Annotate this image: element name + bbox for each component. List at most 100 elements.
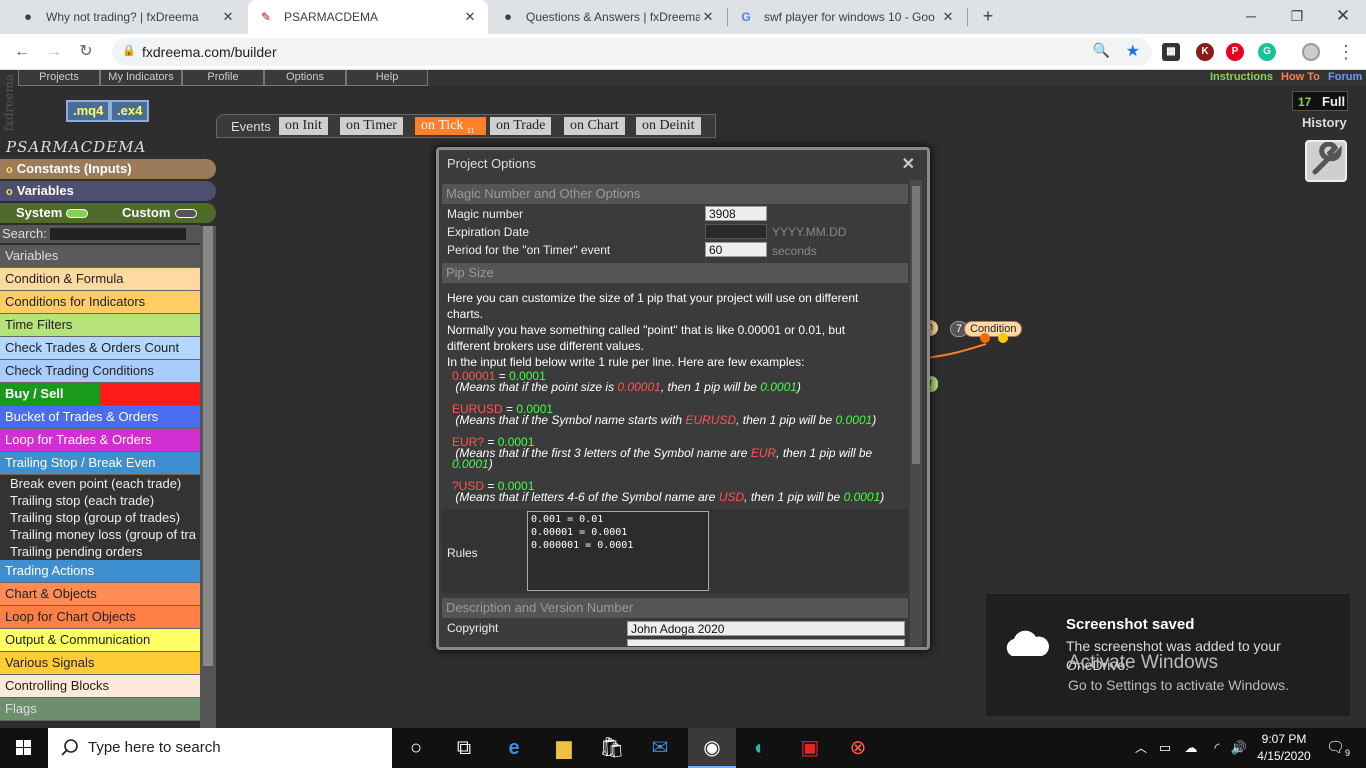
chrome-taskbar-icon[interactable]: ◉ <box>688 728 736 768</box>
extension-k-icon[interactable]: K <box>1196 43 1214 61</box>
event-on-chart[interactable]: on Chart <box>564 117 625 135</box>
category-trailing-stop-break-even[interactable]: Trailing Stop / Break Even <box>0 452 200 475</box>
wrench-tools-icon[interactable] <box>1305 140 1347 182</box>
block-trailing-stop-each[interactable]: Trailing stop (each trade) <box>0 492 200 509</box>
howto-link[interactable]: How To <box>1281 71 1320 83</box>
node-output-dot[interactable] <box>980 333 990 343</box>
rules-textarea[interactable]: 0.001 = 0.01 0.00001 = 0.0001 0.000001 =… <box>527 511 709 591</box>
category-trading-actions[interactable]: Trading Actions <box>0 560 200 583</box>
expiration-date-input[interactable] <box>705 224 767 239</box>
block-trailing-pending-orders[interactable]: Trailing pending orders <box>0 543 200 560</box>
block-break-even-point[interactable]: Break even point (each trade) <box>0 475 200 492</box>
history-button[interactable]: History <box>1302 115 1347 130</box>
event-on-init[interactable]: on Init <box>279 117 328 135</box>
edge-chromium-icon[interactable]: ◐ <box>736 728 784 768</box>
tab-why-not-trading[interactable]: ⏺ Why not trading? | fxDreema ✕ <box>10 0 246 34</box>
profile-avatar[interactable] <box>1302 43 1320 61</box>
mq4-button[interactable]: .mq4 <box>66 100 111 122</box>
category-variables[interactable]: Variables <box>0 245 200 268</box>
close-modal-icon[interactable]: ✕ <box>902 154 915 174</box>
onedrive-tray-icon[interactable]: ☁ <box>1178 728 1204 768</box>
extension-puzzle-icon[interactable]: ▦ <box>1162 43 1180 61</box>
volume-icon[interactable]: 🔊 <box>1226 728 1252 768</box>
block-trailing-stop-group[interactable]: Trailing stop (group of trades) <box>0 509 200 526</box>
category-conditions-indicators[interactable]: Conditions for Indicators <box>0 291 200 314</box>
system-toggle[interactable] <box>66 209 88 218</box>
timer-period-input[interactable]: 60 <box>705 242 767 257</box>
variables-button[interactable]: o Variables <box>0 181 216 201</box>
minimize-icon[interactable]: ─ <box>1228 0 1274 32</box>
custom-toggle[interactable] <box>175 209 197 218</box>
grammarly-extension-icon[interactable]: G <box>1258 43 1276 61</box>
magic-number-input[interactable]: 3908 <box>705 206 767 221</box>
tab-psarmacdema[interactable]: ✎ PSARMACDEMA ✕ <box>248 0 488 34</box>
instructions-link[interactable]: Instructions <box>1210 71 1273 83</box>
close-tab-icon[interactable]: ✕ <box>220 9 236 25</box>
menu-help[interactable]: Help <box>346 70 428 86</box>
tab-questions-answers[interactable]: ⏺ Questions & Answers | fxDreema ✕ <box>490 0 726 34</box>
taskbar-search-box[interactable]: Type here to search <box>48 728 392 768</box>
constants-inputs-button[interactable]: o Constants (Inputs) <box>0 159 216 179</box>
menu-projects[interactable]: Projects <box>18 70 100 86</box>
category-chart-objects[interactable]: Chart & Objects <box>0 583 200 606</box>
full-count-box[interactable]: 17 Full <box>1292 91 1348 111</box>
block-trailing-money-loss[interactable]: Trailing money loss (group of tra <box>0 526 200 543</box>
category-flags[interactable]: Flags <box>0 698 200 721</box>
search-input[interactable] <box>50 228 186 240</box>
action-center-icon[interactable]: 🗨9 <box>1318 728 1358 768</box>
forum-link[interactable]: Forum <box>1328 71 1362 83</box>
maximize-icon[interactable]: ❐ <box>1274 0 1320 32</box>
event-on-timer[interactable]: on Timer <box>340 117 403 135</box>
mail-icon[interactable]: ✉ <box>636 728 684 768</box>
category-controlling-blocks[interactable]: Controlling Blocks <box>0 675 200 698</box>
cortana-circle-icon[interactable]: ○ <box>392 728 440 768</box>
task-view-icon[interactable]: ⧉ <box>440 728 488 768</box>
reload-icon[interactable]: ↻ <box>74 40 98 64</box>
condition-block[interactable]: Condition <box>964 321 1023 337</box>
category-time-filters[interactable]: Time Filters <box>0 314 200 337</box>
microsoft-store-icon[interactable]: 🛍 <box>588 728 636 768</box>
category-output-communication[interactable]: Output & Communication <box>0 629 200 652</box>
description-input[interactable] <box>627 639 905 646</box>
close-tab-icon[interactable]: ✕ <box>940 9 956 25</box>
new-tab-plus-icon[interactable]: + <box>977 5 999 27</box>
category-check-trading-conditions[interactable]: Check Trading Conditions <box>0 360 200 383</box>
category-check-trades-orders-count[interactable]: Check Trades & Orders Count <box>0 337 200 360</box>
battery-icon[interactable]: ▭ <box>1152 728 1178 768</box>
scroll-thumb[interactable] <box>203 226 213 666</box>
category-various-signals[interactable]: Various Signals <box>0 652 200 675</box>
close-window-icon[interactable]: ✕ <box>1320 0 1366 32</box>
category-loop-trades-orders[interactable]: Loop for Trades & Orders <box>0 429 200 452</box>
category-bucket-trades-orders[interactable]: Bucket of Trades & Orders <box>0 406 200 429</box>
bookmark-star-icon[interactable]: ★ <box>1126 41 1140 61</box>
acrobat-reader-icon[interactable]: ▣ <box>786 728 834 768</box>
address-bar[interactable]: 🔒 fxdreema.com/builder 🔍 ★ <box>112 38 1152 66</box>
edge-legacy-icon[interactable]: e <box>490 728 538 768</box>
node-output-dot[interactable] <box>998 333 1008 343</box>
category-condition-formula[interactable]: Condition & Formula <box>0 268 200 291</box>
event-on-tick[interactable]: on Tick 11 <box>415 117 486 135</box>
pinterest-extension-icon[interactable]: P <box>1226 43 1244 61</box>
event-on-deinit[interactable]: on Deinit <box>636 117 701 135</box>
close-tab-icon[interactable]: ✕ <box>462 9 478 25</box>
close-tab-icon[interactable]: ✕ <box>700 9 716 25</box>
left-panel-scrollbar[interactable] <box>200 226 216 728</box>
modal-scrollbar[interactable] <box>910 180 922 646</box>
ex4-button[interactable]: .ex4 <box>110 100 150 122</box>
category-loop-chart-objects[interactable]: Loop for Chart Objects <box>0 606 200 629</box>
forward-arrow-icon[interactable]: → <box>42 40 66 64</box>
file-explorer-icon[interactable]: ▆ <box>540 728 588 768</box>
menu-options[interactable]: Options <box>264 70 346 86</box>
zoom-magnifier-icon[interactable]: 🔍 <box>1093 42 1110 59</box>
chrome-menu-icon[interactable]: ⋮ <box>1334 40 1358 64</box>
windows-start-icon[interactable] <box>0 728 48 768</box>
app-icon[interactable]: ⊗ <box>834 728 882 768</box>
back-arrow-icon[interactable]: ← <box>10 40 34 64</box>
category-buy-sell[interactable]: Buy / Sell <box>0 383 200 406</box>
copyright-input[interactable]: John Adoga 2020 <box>627 621 905 636</box>
taskbar-clock[interactable]: 9:07 PM 4/15/2020 <box>1250 731 1318 765</box>
event-on-trade[interactable]: on Trade <box>490 117 552 135</box>
tab-google-search[interactable]: G swf player for windows 10 - Goo ✕ <box>728 0 966 34</box>
menu-my-indicators[interactable]: My Indicators <box>100 70 182 86</box>
scroll-thumb[interactable] <box>912 186 920 464</box>
